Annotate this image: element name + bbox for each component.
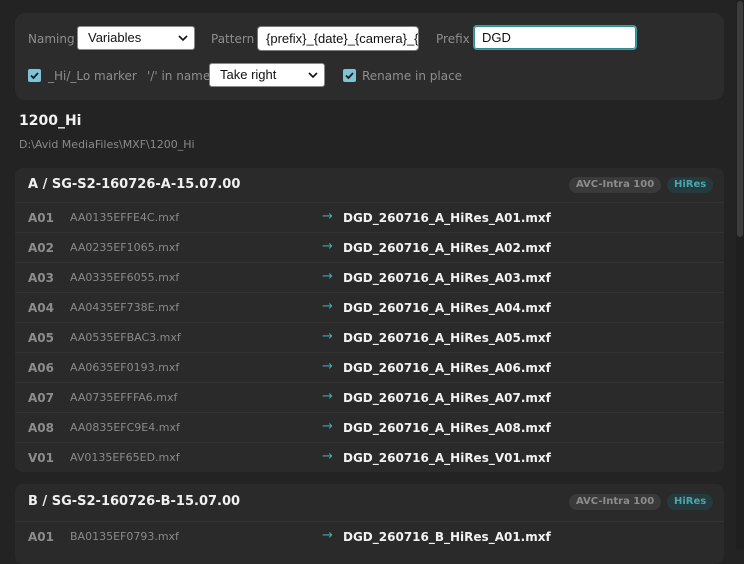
checkmark-icon [30,72,39,80]
arrow-right-icon: → [322,209,333,224]
table-row[interactable]: A05 AA0535EFBAC3.mxf → DGD_260716_A_HiRe… [15,322,724,353]
clip-group: B / SG-S2-160726-B-15.07.00 AVC-Intra 10… [15,484,724,564]
pattern-label: Pattern [211,32,255,46]
table-row[interactable]: A08 AA0835EFC9E4.mxf → DGD_260716_A_HiRe… [15,412,724,443]
pattern-input[interactable]: {prefix}_{date}_{camera}_{r [257,26,419,51]
folder-title: 1200_Hi [19,113,82,129]
chevron-down-icon [308,65,318,94]
target-filename: DGD_260716_A_HiRes_A01.mxf [343,211,551,225]
target-filename: DGD_260716_B_HiRes_A01.mxf [343,530,551,544]
source-filename: AA0835EFC9E4.mxf [70,421,180,434]
clip-id: A02 [28,241,54,255]
source-filename: AA0735EFFFA6.mxf [70,391,178,404]
arrow-right-icon: → [322,299,333,314]
source-filename: AA0435EF738E.mxf [70,301,180,314]
arrow-right-icon: → [322,528,333,543]
naming-select-value: Variables [88,30,142,45]
clip-id: V01 [28,451,54,465]
scrollbar[interactable] [736,0,744,550]
hilo-marker-label: _Hi/_Lo marker [48,69,137,83]
source-filename: AA0535EFBAC3.mxf [70,331,181,344]
slash-label: '/' in name [147,69,211,83]
clip-id: A08 [28,421,54,435]
target-filename: DGD_260716_A_HiRes_A04.mxf [343,301,551,315]
table-row[interactable]: A02 AA0235EF1065.mxf → DGD_260716_A_HiRe… [15,232,724,263]
codec-badge: AVC-Intra 100 [569,177,662,193]
scrollbar-thumb[interactable] [737,1,743,237]
settings-panel: Naming Variables Pattern {prefix}_{date}… [15,13,724,100]
group-header[interactable]: A / SG-S2-160726-A-15.07.00 AVC-Intra 10… [15,168,724,202]
group-header[interactable]: B / SG-S2-160726-B-15.07.00 AVC-Intra 10… [15,484,724,518]
clip-id: A03 [28,271,54,285]
table-row[interactable]: A07 AA0735EFFFA6.mxf → DGD_260716_A_HiRe… [15,382,724,413]
naming-label: Naming [28,32,75,46]
table-row[interactable]: A01 AA0135EFFE4C.mxf → DGD_260716_A_HiRe… [15,202,724,233]
arrow-right-icon: → [322,389,333,404]
group-title: A / SG-S2-160726-A-15.07.00 [28,177,241,192]
clip-id: A04 [28,301,54,315]
source-filename: AA0135EFFE4C.mxf [70,211,180,224]
arrow-right-icon: → [322,449,333,464]
folder-path: D:\Avid MediaFiles\MXF\1200_Hi [19,138,195,151]
arrow-right-icon: → [322,359,333,374]
prefix-input[interactable]: DGD [473,25,637,50]
target-filename: DGD_260716_A_HiRes_V01.mxf [343,451,551,465]
clip-id: A05 [28,331,54,345]
target-filename: DGD_260716_A_HiRes_A07.mxf [343,391,551,405]
arrow-right-icon: → [322,419,333,434]
table-row[interactable]: A01 BA0135EF0793.mxf → DGD_260716_B_HiRe… [15,521,724,552]
resolution-badge: HiRes [667,177,714,193]
resolution-badge: HiRes [667,494,714,510]
arrow-right-icon: → [322,239,333,254]
target-filename: DGD_260716_A_HiRes_A05.mxf [343,331,551,345]
target-filename: DGD_260716_A_HiRes_A08.mxf [343,421,551,435]
arrow-right-icon: → [322,269,333,284]
table-row[interactable]: A04 AA0435EF738E.mxf → DGD_260716_A_HiRe… [15,292,724,323]
naming-select[interactable]: Variables [77,26,195,50]
hilo-marker-checkbox[interactable] [28,69,41,82]
prefix-label: Prefix [436,32,470,46]
checkmark-icon [345,72,354,80]
source-filename: BA0135EF0793.mxf [70,530,179,543]
slash-select-value: Take right [220,67,277,82]
source-filename: AA0335EF6055.mxf [70,271,180,284]
clip-id: A06 [28,361,54,375]
rename-in-place-label: Rename in place [362,69,463,83]
table-row[interactable]: A03 AA0335EF6055.mxf → DGD_260716_A_HiRe… [15,262,724,293]
source-filename: AA0635EF0193.mxf [70,361,180,374]
target-filename: DGD_260716_A_HiRes_A06.mxf [343,361,551,375]
source-filename: AV0135EF65ED.mxf [70,451,180,464]
clip-id: A07 [28,391,54,405]
clip-group: A / SG-S2-160726-A-15.07.00 AVC-Intra 10… [15,168,724,472]
source-filename: AA0235EF1065.mxf [70,241,180,254]
slash-select[interactable]: Take right [209,63,325,87]
group-title: B / SG-S2-160726-B-15.07.00 [28,494,241,509]
target-filename: DGD_260716_A_HiRes_A02.mxf [343,241,551,255]
table-row[interactable]: A06 AA0635EF0193.mxf → DGD_260716_A_HiRe… [15,352,724,383]
clip-id: A01 [28,530,54,544]
clip-id: A01 [28,211,54,225]
arrow-right-icon: → [322,329,333,344]
codec-badge: AVC-Intra 100 [569,494,662,510]
chevron-down-icon [178,28,188,57]
rename-in-place-checkbox[interactable] [343,69,356,82]
target-filename: DGD_260716_A_HiRes_A03.mxf [343,271,551,285]
table-row[interactable]: V01 AV0135EF65ED.mxf → DGD_260716_A_HiRe… [15,442,724,472]
